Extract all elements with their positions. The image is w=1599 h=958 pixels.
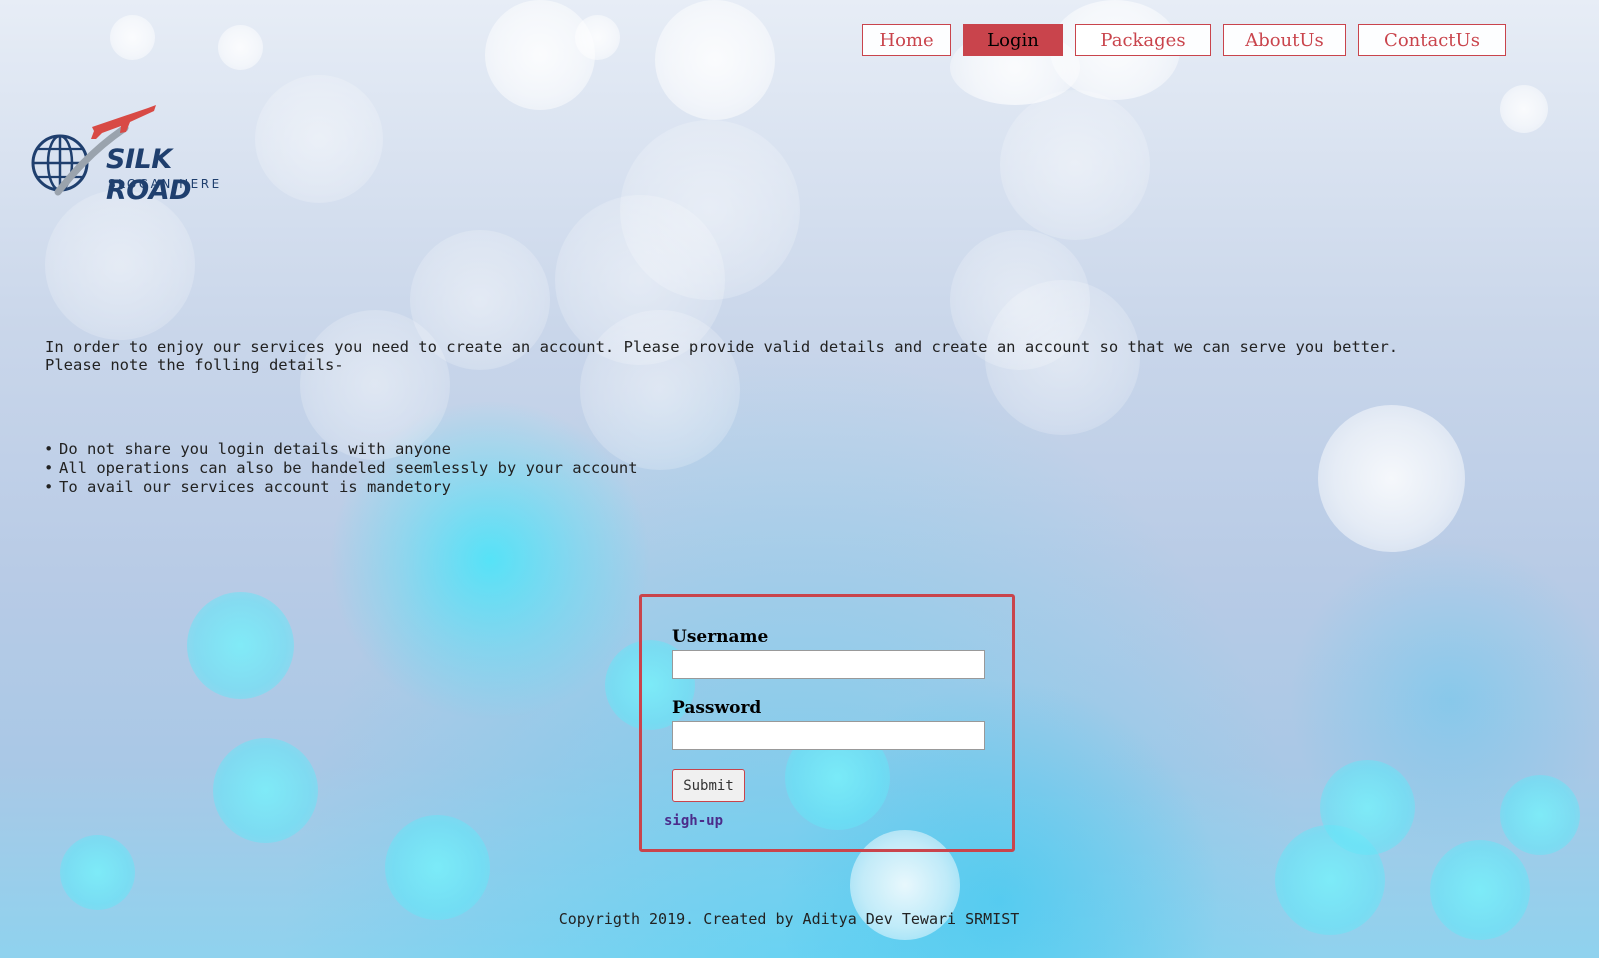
bullet-icon: • xyxy=(44,478,54,496)
note-text: Do not share you login details with anyo… xyxy=(59,440,451,458)
notes-list: • Do not share you login details with any… xyxy=(44,440,638,497)
signup-link[interactable]: sigh-up xyxy=(664,813,723,829)
submit-button[interactable]: Submit xyxy=(672,769,745,802)
note-text: All operations can also be handeled seem… xyxy=(59,459,638,477)
nav-login-button[interactable]: Login xyxy=(963,24,1063,56)
bullet-icon: • xyxy=(44,459,54,477)
intro-line-1: In order to enjoy our services you need … xyxy=(45,338,1399,356)
list-item: • Do not share you login details with any… xyxy=(44,440,638,459)
list-item: • To avail our services account is mandet… xyxy=(44,478,638,497)
logo-slogan: SLOGAN HERE xyxy=(108,177,222,191)
list-item: • All operations can also be handeled see… xyxy=(44,459,638,478)
intro-line-2: Please note the folling details- xyxy=(45,356,344,374)
nav-aboutus-button[interactable]: AboutUs xyxy=(1223,24,1346,56)
bullet-icon: • xyxy=(44,440,54,458)
nav-contactus-button[interactable]: ContactUs xyxy=(1358,24,1506,56)
footer-copyright: Copyrigth 2019. Created by Aditya Dev Te… xyxy=(558,910,1020,928)
username-input[interactable] xyxy=(672,650,985,679)
username-label: Username xyxy=(672,627,769,647)
password-input[interactable] xyxy=(672,721,985,750)
main-nav: Home Login Packages AboutUs ContactUs xyxy=(862,24,1506,56)
login-form: Username Password Submit sigh-up xyxy=(639,594,1015,852)
site-logo[interactable]: SILK ROAD SLOGAN HERE xyxy=(30,102,260,206)
nav-packages-button[interactable]: Packages xyxy=(1075,24,1211,56)
intro-text: In order to enjoy our services you need … xyxy=(45,338,1495,374)
logo-title: SILK ROAD xyxy=(106,144,192,206)
nav-home-button[interactable]: Home xyxy=(862,24,951,56)
password-label: Password xyxy=(672,698,762,718)
note-text: To avail our services account is mandeto… xyxy=(59,478,451,496)
